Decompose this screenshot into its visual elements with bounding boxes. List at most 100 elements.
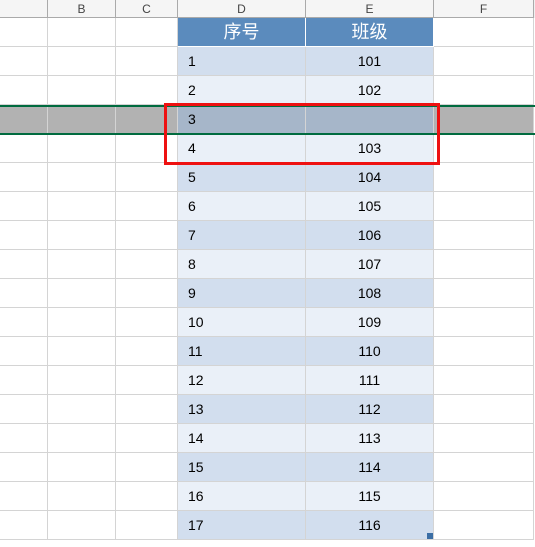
- cell-blank[interactable]: [434, 511, 534, 540]
- header-seq[interactable]: 序号: [178, 18, 306, 47]
- cell-blank[interactable]: [434, 76, 534, 105]
- cell-blank[interactable]: [434, 47, 534, 76]
- cell-seq[interactable]: 16: [178, 482, 306, 511]
- cell-blank[interactable]: [0, 221, 48, 250]
- cell-blank[interactable]: [0, 163, 48, 192]
- cell-blank[interactable]: [0, 395, 48, 424]
- cell-blank[interactable]: [434, 134, 534, 163]
- cell-seq[interactable]: 14: [178, 424, 306, 453]
- cell-seq[interactable]: 11: [178, 337, 306, 366]
- cell-blank[interactable]: [434, 250, 534, 279]
- cell-blank[interactable]: [48, 308, 116, 337]
- col-header-d[interactable]: D: [178, 0, 306, 18]
- cell-blank[interactable]: [116, 279, 178, 308]
- cell-blank[interactable]: [434, 453, 534, 482]
- cell-blank[interactable]: [48, 395, 116, 424]
- cell-blank[interactable]: [434, 424, 534, 453]
- cell-blank[interactable]: [0, 105, 48, 134]
- cell-blank[interactable]: [0, 250, 48, 279]
- cell-blank[interactable]: [0, 192, 48, 221]
- cell-class[interactable]: [306, 105, 434, 134]
- cell-blank[interactable]: [434, 366, 534, 395]
- col-header-c[interactable]: C: [116, 0, 178, 18]
- cell-blank[interactable]: [48, 453, 116, 482]
- cell-blank[interactable]: [116, 395, 178, 424]
- cell-blank[interactable]: [116, 192, 178, 221]
- cell-blank[interactable]: [48, 366, 116, 395]
- cell-blank[interactable]: [48, 250, 116, 279]
- cell-blank[interactable]: [0, 279, 48, 308]
- cell-blank[interactable]: [0, 134, 48, 163]
- cell-class[interactable]: 111: [306, 366, 434, 395]
- cell-blank[interactable]: [0, 18, 48, 47]
- cell-blank[interactable]: [434, 482, 534, 511]
- cell-seq[interactable]: 15: [178, 453, 306, 482]
- cell-blank[interactable]: [0, 453, 48, 482]
- cell-blank[interactable]: [116, 134, 178, 163]
- cell-blank[interactable]: [116, 47, 178, 76]
- cell-blank[interactable]: [0, 76, 48, 105]
- cell-blank[interactable]: [434, 163, 534, 192]
- cell-class[interactable]: 105: [306, 192, 434, 221]
- cell-seq[interactable]: 12: [178, 366, 306, 395]
- cell-blank[interactable]: [0, 511, 48, 540]
- cell-class[interactable]: 101: [306, 47, 434, 76]
- cell-class[interactable]: 110: [306, 337, 434, 366]
- cell-blank[interactable]: [48, 18, 116, 47]
- cell-blank[interactable]: [116, 453, 178, 482]
- cell-blank[interactable]: [116, 366, 178, 395]
- cell-blank[interactable]: [434, 18, 534, 47]
- cell-seq[interactable]: 2: [178, 76, 306, 105]
- col-header-f[interactable]: F: [434, 0, 534, 18]
- cell-blank[interactable]: [116, 308, 178, 337]
- cell-blank[interactable]: [434, 221, 534, 250]
- cell-blank[interactable]: [48, 221, 116, 250]
- cell-class[interactable]: 109: [306, 308, 434, 337]
- cell-blank[interactable]: [116, 482, 178, 511]
- cell-blank[interactable]: [48, 337, 116, 366]
- header-cls[interactable]: 班级: [306, 18, 434, 47]
- cell-blank[interactable]: [116, 163, 178, 192]
- cell-class[interactable]: 115: [306, 482, 434, 511]
- cell-blank[interactable]: [0, 482, 48, 511]
- cell-blank[interactable]: [48, 134, 116, 163]
- cell-blank[interactable]: [434, 279, 534, 308]
- cell-seq[interactable]: 8: [178, 250, 306, 279]
- cell-blank[interactable]: [116, 250, 178, 279]
- cell-blank[interactable]: [0, 424, 48, 453]
- cell-blank[interactable]: [116, 221, 178, 250]
- cell-seq[interactable]: 3: [178, 105, 306, 134]
- cell-class[interactable]: 104: [306, 163, 434, 192]
- cell-blank[interactable]: [116, 424, 178, 453]
- cell-blank[interactable]: [48, 424, 116, 453]
- cell-blank[interactable]: [48, 76, 116, 105]
- cell-seq[interactable]: 13: [178, 395, 306, 424]
- cell-blank[interactable]: [48, 47, 116, 76]
- cell-seq[interactable]: 4: [178, 134, 306, 163]
- cell-blank[interactable]: [0, 366, 48, 395]
- cell-blank[interactable]: [116, 18, 178, 47]
- cell-blank[interactable]: [48, 511, 116, 540]
- cell-class[interactable]: 113: [306, 424, 434, 453]
- cell-seq[interactable]: 5: [178, 163, 306, 192]
- cell-blank[interactable]: [116, 105, 178, 134]
- cell-blank[interactable]: [434, 105, 534, 134]
- cell-class[interactable]: 114: [306, 453, 434, 482]
- cell-blank[interactable]: [48, 163, 116, 192]
- cell-blank[interactable]: [48, 279, 116, 308]
- cell-seq[interactable]: 10: [178, 308, 306, 337]
- cell-seq[interactable]: 9: [178, 279, 306, 308]
- col-header-a-gutter[interactable]: [0, 0, 48, 18]
- cell-blank[interactable]: [116, 337, 178, 366]
- fill-handle-icon[interactable]: [427, 533, 433, 539]
- cell-class[interactable]: 107: [306, 250, 434, 279]
- cell-blank[interactable]: [434, 337, 534, 366]
- cell-blank[interactable]: [116, 511, 178, 540]
- cell-blank[interactable]: [116, 76, 178, 105]
- cell-blank[interactable]: [48, 192, 116, 221]
- cell-seq[interactable]: 7: [178, 221, 306, 250]
- cell-blank[interactable]: [48, 482, 116, 511]
- cell-blank[interactable]: [0, 337, 48, 366]
- cell-seq[interactable]: 17: [178, 511, 306, 540]
- cell-class[interactable]: 116: [306, 511, 434, 540]
